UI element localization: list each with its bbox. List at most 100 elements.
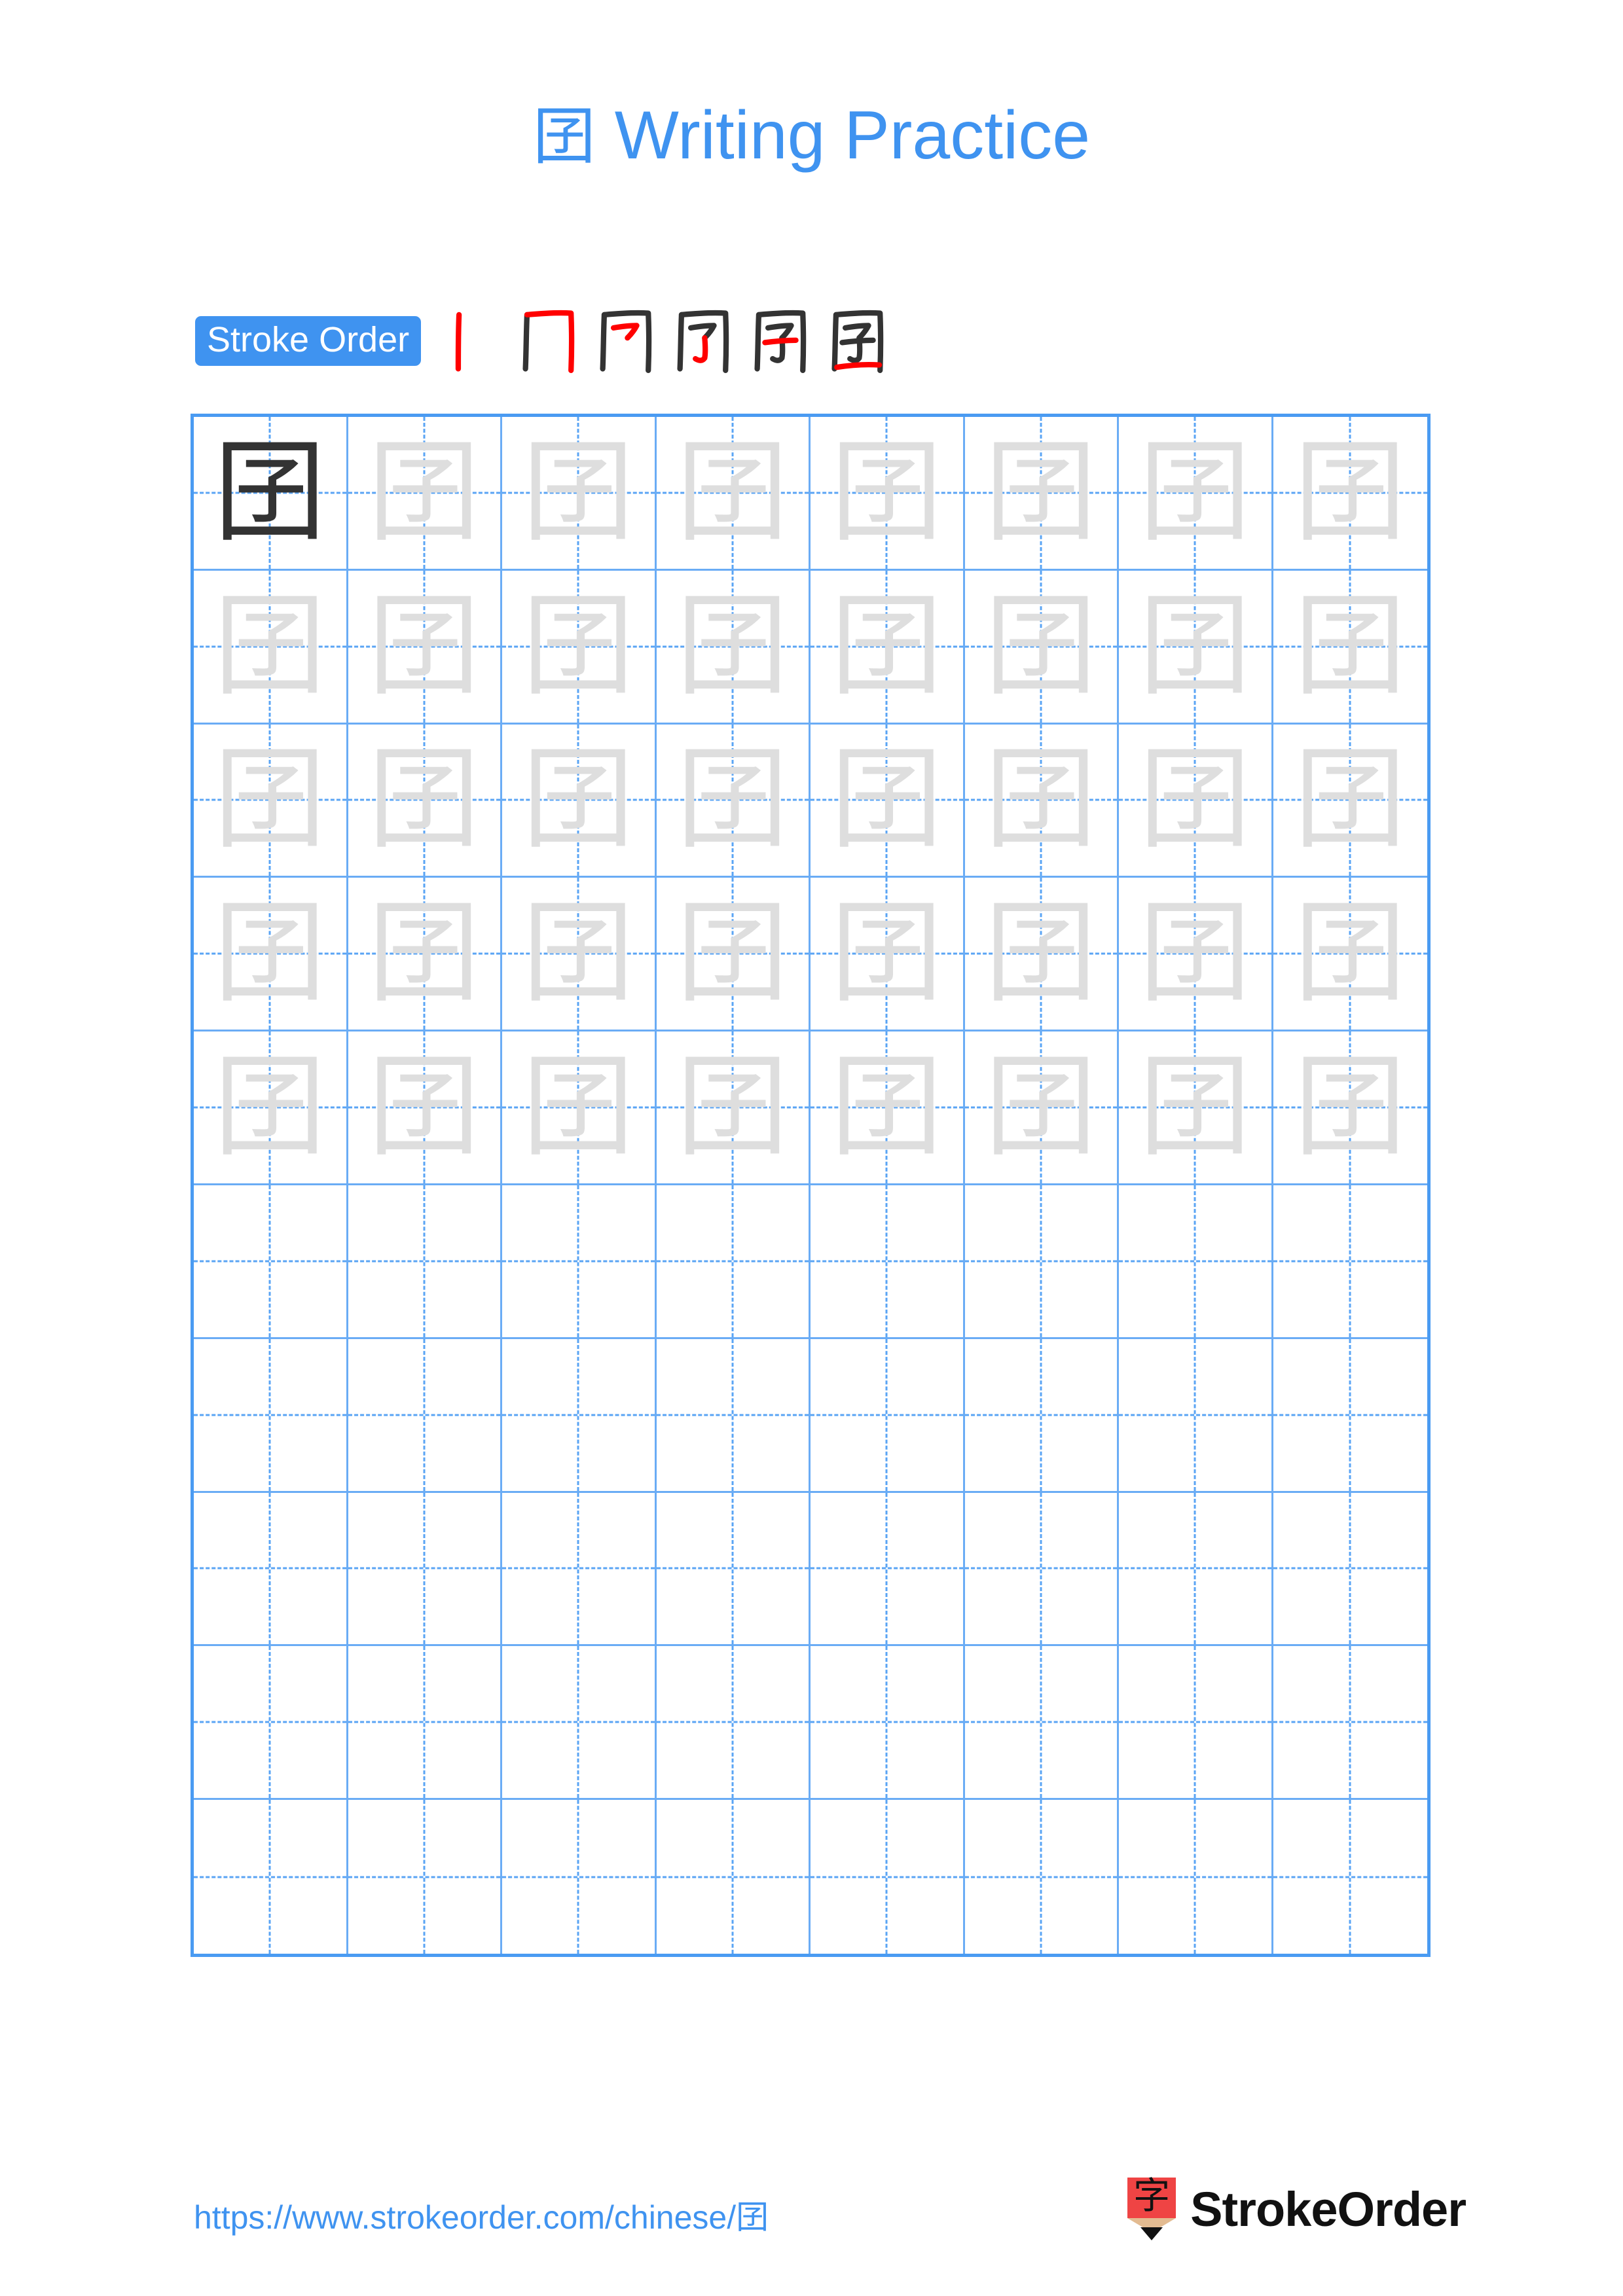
- stroke-step-1: [433, 302, 510, 380]
- practice-cell[interactable]: 囝: [811, 570, 965, 725]
- practice-cell[interactable]: [502, 1800, 657, 1954]
- practice-cell[interactable]: [502, 1185, 657, 1339]
- practice-cell[interactable]: 囝: [194, 1031, 348, 1185]
- practice-cell[interactable]: [811, 1185, 965, 1339]
- practice-cell[interactable]: 囝: [1273, 1031, 1427, 1185]
- practice-character-trace: 囝: [522, 1041, 635, 1174]
- practice-cell[interactable]: [1273, 1800, 1428, 1954]
- practice-cell[interactable]: 囝: [348, 724, 502, 878]
- practice-cell[interactable]: 囝: [964, 1031, 1119, 1185]
- practice-cell[interactable]: [348, 1646, 502, 1801]
- practice-cell[interactable]: 囝: [811, 1031, 965, 1185]
- practice-cell[interactable]: 囝: [1273, 878, 1427, 1032]
- practice-cell[interactable]: 囝: [502, 878, 657, 1032]
- practice-cell[interactable]: 囝: [964, 878, 1119, 1032]
- practice-cell[interactable]: [1273, 1339, 1427, 1493]
- practice-character-trace: 囝: [984, 580, 1097, 712]
- practice-cell[interactable]: 囝: [348, 570, 502, 725]
- practice-cell[interactable]: [194, 1800, 348, 1954]
- practice-cell[interactable]: [348, 1492, 502, 1647]
- practice-cell[interactable]: [1119, 1185, 1273, 1339]
- practice-cell[interactable]: 囝: [1273, 417, 1427, 571]
- practice-cell[interactable]: 囝: [502, 570, 657, 725]
- practice-cell[interactable]: [502, 1338, 657, 1493]
- practice-cell[interactable]: [194, 1338, 348, 1493]
- page-title-text: Writing Practice: [595, 98, 1091, 173]
- practice-cell[interactable]: [194, 1492, 348, 1647]
- practice-cell[interactable]: [964, 1185, 1119, 1339]
- practice-character-trace: 囝: [676, 426, 789, 558]
- practice-cell[interactable]: 囝: [348, 878, 502, 1032]
- practice-cell[interactable]: [1273, 1185, 1427, 1339]
- practice-cell[interactable]: [348, 1338, 502, 1493]
- practice-cell[interactable]: 囝: [348, 1031, 502, 1185]
- practice-cell[interactable]: [1119, 1492, 1273, 1647]
- practice-cell[interactable]: 囝: [964, 724, 1119, 878]
- practice-character-trace: 囝: [984, 1041, 1097, 1174]
- practice-cell[interactable]: [656, 1492, 811, 1647]
- practice-cell[interactable]: 囝: [656, 724, 811, 878]
- practice-cell[interactable]: [811, 1800, 965, 1954]
- practice-cell[interactable]: [656, 1646, 811, 1801]
- practice-cell[interactable]: 囝: [964, 417, 1119, 571]
- practice-cell[interactable]: 囝: [194, 878, 348, 1032]
- practice-cell[interactable]: [348, 1185, 502, 1339]
- practice-cell[interactable]: [964, 1492, 1119, 1647]
- practice-cell[interactable]: [656, 1338, 811, 1493]
- practice-character-trace: 囝: [522, 580, 635, 712]
- practice-cell[interactable]: [194, 1185, 348, 1339]
- stroke-step-6: [819, 302, 896, 380]
- practice-cell[interactable]: [811, 1646, 965, 1801]
- practice-cell[interactable]: 囝: [194, 417, 348, 571]
- practice-character-trace: 囝: [1139, 1041, 1252, 1174]
- practice-cell[interactable]: 囝: [1119, 724, 1273, 878]
- practice-cell[interactable]: [1273, 1646, 1427, 1801]
- practice-cell[interactable]: 囝: [1119, 570, 1273, 725]
- practice-cell[interactable]: 囝: [194, 724, 348, 878]
- footer-logo[interactable]: 字 StrokeOrder: [1127, 2176, 1467, 2242]
- practice-cell[interactable]: 囝: [1273, 725, 1427, 878]
- practice-cell[interactable]: 囝: [811, 878, 965, 1032]
- practice-character-trace: 囝: [1139, 734, 1252, 866]
- practice-cell[interactable]: 囝: [1273, 571, 1427, 725]
- practice-cell[interactable]: [964, 1338, 1119, 1493]
- footer-url-link[interactable]: https://www.strokeorder.com/chinese/囝: [194, 2191, 769, 2238]
- practice-cell[interactable]: [811, 1338, 965, 1493]
- practice-cell[interactable]: [965, 1800, 1119, 1954]
- practice-cell[interactable]: [194, 1646, 348, 1801]
- practice-cell[interactable]: [502, 1492, 657, 1647]
- practice-cell[interactable]: 囝: [811, 417, 965, 571]
- practice-cell[interactable]: 囝: [194, 570, 348, 725]
- practice-cell[interactable]: 囝: [656, 570, 811, 725]
- practice-cell[interactable]: [964, 1646, 1119, 1801]
- practice-cell[interactable]: 囝: [502, 417, 657, 571]
- practice-cell[interactable]: 囝: [656, 1031, 811, 1185]
- practice-cell[interactable]: [656, 1185, 811, 1339]
- practice-character-trace: 囝: [676, 734, 789, 866]
- practice-cell[interactable]: [502, 1646, 657, 1801]
- practice-character-trace: 囝: [367, 734, 481, 866]
- practice-cell[interactable]: [811, 1492, 965, 1647]
- practice-cell[interactable]: [1119, 1800, 1273, 1954]
- practice-cell[interactable]: [1119, 1646, 1273, 1801]
- practice-cell[interactable]: [657, 1800, 811, 1954]
- practice-cell[interactable]: [348, 1800, 502, 1954]
- practice-character-trace: 囝: [830, 426, 943, 558]
- practice-cell[interactable]: 囝: [1119, 1031, 1273, 1185]
- practice-cell[interactable]: 囝: [502, 1031, 657, 1185]
- practice-cell[interactable]: [1273, 1493, 1427, 1647]
- practice-character-trace: 囝: [830, 580, 943, 712]
- practice-cell[interactable]: 囝: [348, 417, 502, 571]
- practice-cell[interactable]: 囝: [1119, 878, 1273, 1032]
- practice-cell[interactable]: 囝: [656, 878, 811, 1032]
- practice-cell[interactable]: 囝: [656, 417, 811, 571]
- practice-character-trace: 囝: [1139, 888, 1252, 1020]
- practice-cell[interactable]: 囝: [1119, 417, 1273, 571]
- practice-cell[interactable]: 囝: [811, 724, 965, 878]
- practice-character-trace: 囝: [213, 888, 327, 1020]
- practice-cell[interactable]: 囝: [502, 724, 657, 878]
- pencil-logo-icon: 字: [1127, 2178, 1176, 2240]
- stroke-step-5: [742, 302, 819, 380]
- practice-cell[interactable]: [1119, 1338, 1273, 1493]
- practice-cell[interactable]: 囝: [964, 570, 1119, 725]
